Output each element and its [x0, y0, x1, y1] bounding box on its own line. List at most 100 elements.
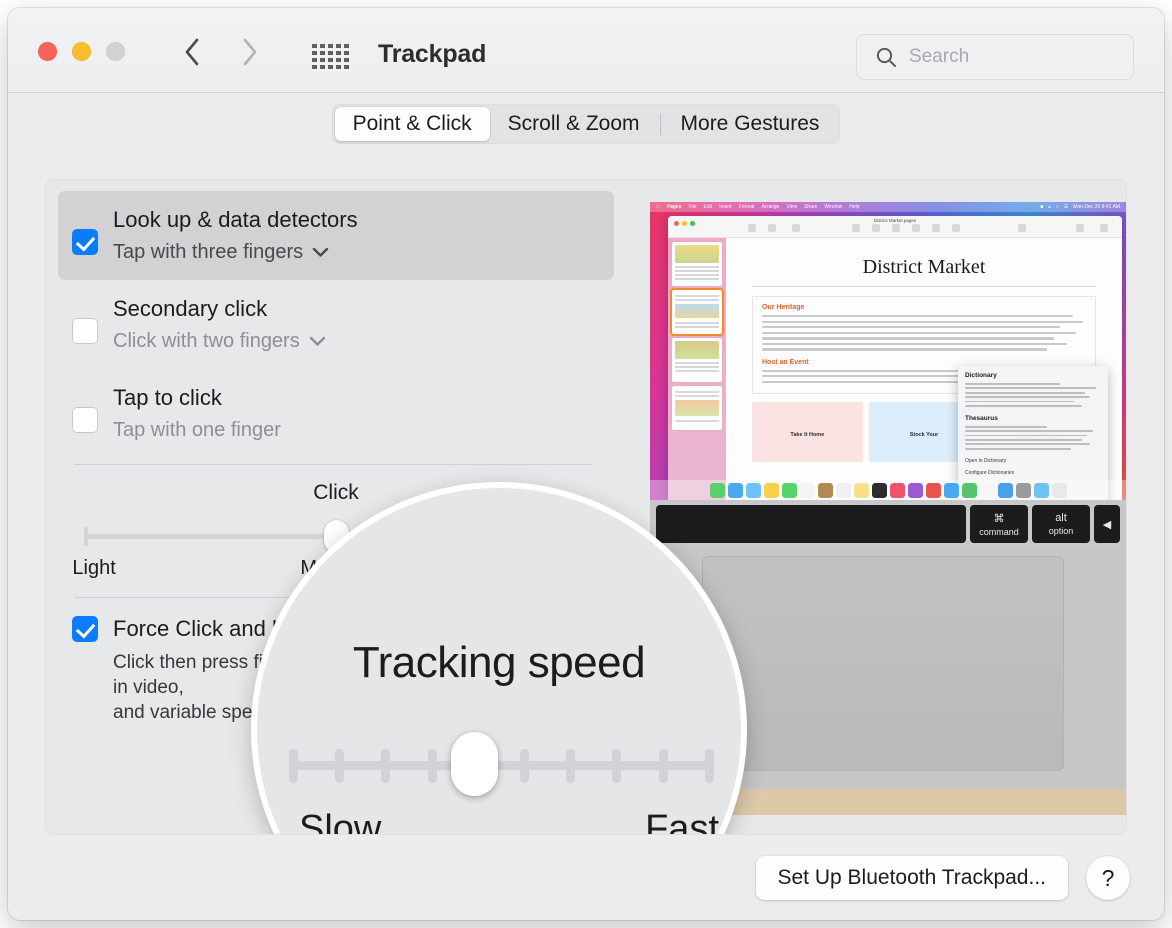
- menu-item-share: Share: [804, 204, 817, 210]
- popup-open-in-dictionary-link[interactable]: Open in Dictionary: [965, 458, 1101, 464]
- divider-top: [74, 464, 592, 465]
- menu-bar-clock: Mon Dec 20 9:41 AM: [1073, 204, 1120, 210]
- option-secondary-click[interactable]: Secondary click Click with two fingers: [58, 280, 614, 369]
- wifi-icon: ▴: [1048, 204, 1051, 210]
- option-symbol: alt: [1055, 512, 1067, 524]
- page-thumbnail-selected: [672, 290, 722, 334]
- tab-point-and-click[interactable]: Point & Click: [335, 107, 490, 141]
- help-button[interactable]: ?: [1086, 856, 1130, 900]
- tracking-speed-tick: [335, 749, 344, 783]
- menu-bar-status-area: ■ ▴ ○ ☰ Mon Dec 20 9:41 AM: [1040, 204, 1120, 210]
- document-section-heritage: Our Heritage: [762, 304, 1086, 311]
- option-look-up-data-detectors[interactable]: Look up & data detectors Tap with three …: [58, 191, 614, 280]
- tracking-speed-tick: [428, 749, 437, 783]
- arrow-key: ◀: [1094, 505, 1120, 543]
- option-subtitle: Tap with three fingers: [113, 237, 303, 267]
- dock-icon-pages: [944, 483, 959, 498]
- popup-dictionary-heading: Dictionary: [965, 372, 1101, 379]
- menu-item-insert: Insert: [719, 204, 732, 210]
- space-bar-key: [656, 505, 966, 543]
- dock-icon-tv: [872, 483, 887, 498]
- dock-icon-music: [890, 483, 905, 498]
- title-bar: Trackpad: [8, 8, 1164, 93]
- macbook-screen:  Pages File Edit Insert Format Arrange …: [650, 202, 1126, 500]
- tile-label: Take It Home: [752, 432, 863, 438]
- dock-icon-preview: [1034, 483, 1049, 498]
- maximize-button[interactable]: [106, 42, 125, 61]
- macbook-keyboard: ⌘ command alt option ◀: [650, 500, 1126, 548]
- menu-item-view: View: [786, 204, 797, 210]
- option-title: Look up & data detectors: [113, 203, 358, 237]
- menu-item-window: Window: [824, 204, 842, 210]
- show-all-grid-icon[interactable]: [312, 44, 356, 62]
- chevron-left-icon: [183, 37, 201, 67]
- page-thumbnail: [672, 338, 722, 382]
- footer-bar: Set Up Bluetooth Trackpad... ?: [8, 848, 1164, 908]
- option-key-label: option: [1049, 526, 1074, 536]
- menu-item-help: Help: [849, 204, 859, 210]
- segmented-control: Point & Click Scroll & Zoom More Gesture…: [332, 104, 841, 144]
- tracking-speed-max-label: Fast: [645, 808, 719, 834]
- checkbox-force-click[interactable]: [72, 616, 98, 642]
- pages-toolbar: District Market.pages: [668, 216, 1122, 238]
- document-tile: Take It Home: [752, 402, 863, 462]
- click-label-light: Light: [72, 557, 115, 580]
- tracking-speed-min-label: Slow: [299, 808, 381, 834]
- chevron-down-icon[interactable]: [309, 336, 326, 347]
- dock-icon-contacts: [818, 483, 833, 498]
- option-title: Secondary click: [113, 292, 326, 326]
- back-button[interactable]: [176, 35, 208, 69]
- search-field[interactable]: [856, 34, 1134, 80]
- menu-item-format: Format: [739, 204, 755, 210]
- minimize-button[interactable]: [72, 42, 91, 61]
- menu-item-file: File: [688, 204, 696, 210]
- checkbox-tap-to-click[interactable]: [72, 407, 98, 433]
- click-slider-tick: [84, 527, 88, 546]
- page-thumbnail: [672, 386, 722, 430]
- tab-separator: [660, 114, 661, 135]
- chevron-down-icon[interactable]: [312, 247, 329, 258]
- option-subtitle-menu[interactable]: Click with two fingers: [113, 326, 326, 356]
- tracking-speed-labels: Slow Fast: [269, 808, 729, 834]
- macos-dock: [650, 480, 1126, 500]
- command-key-label: command: [979, 527, 1019, 537]
- dock-icon-trash: [1052, 483, 1067, 498]
- tab-scroll-and-zoom[interactable]: Scroll & Zoom: [490, 107, 658, 141]
- option-subtitle-menu[interactable]: Tap with three fingers: [113, 237, 358, 267]
- chevron-right-icon: [241, 37, 259, 67]
- tracking-speed-tick: [612, 749, 621, 783]
- tracking-speed-tick: [381, 749, 390, 783]
- settings-panel: Look up & data detectors Tap with three …: [46, 180, 1126, 834]
- document-rule: [752, 286, 1096, 287]
- battery-icon: ■: [1040, 204, 1043, 210]
- tab-bar: Point & Click Scroll & Zoom More Gesture…: [8, 93, 1164, 155]
- option-subtitle: Click with two fingers: [113, 326, 300, 356]
- tracking-speed-tick: [659, 749, 668, 783]
- tab-more-gestures[interactable]: More Gestures: [663, 107, 838, 141]
- dock-icon-keynote: [926, 483, 941, 498]
- tracking-speed-tick: [520, 749, 529, 783]
- option-texts: Tap to click Tap with one finger: [113, 381, 281, 445]
- spotlight-icon: ○: [1056, 204, 1059, 210]
- set-up-bluetooth-trackpad-button[interactable]: Set Up Bluetooth Trackpad...: [756, 856, 1069, 900]
- search-input[interactable]: [909, 46, 1109, 68]
- tracking-speed-knob[interactable]: [451, 732, 498, 796]
- macos-menu-bar:  Pages File Edit Insert Format Arrange …: [650, 202, 1126, 212]
- menu-item-edit: Edit: [704, 204, 713, 210]
- popup-configure-dictionaries-link[interactable]: Configure Dictionaries: [965, 470, 1101, 476]
- dock-icon-settings: [1016, 483, 1031, 498]
- tracking-speed-track: [289, 761, 709, 770]
- tracking-speed-slider[interactable]: [289, 736, 709, 792]
- option-texts: Look up & data detectors Tap with three …: [113, 203, 358, 267]
- forward-button[interactable]: [234, 35, 266, 69]
- option-tap-to-click[interactable]: Tap to click Tap with one finger: [58, 369, 614, 458]
- option-key: alt option: [1032, 505, 1090, 543]
- checkbox-look-up-data-detectors[interactable]: [72, 229, 98, 255]
- dock-icon-numbers: [962, 483, 977, 498]
- checkbox-secondary-click[interactable]: [72, 318, 98, 344]
- menu-item-pages: Pages: [667, 204, 682, 210]
- document-section-event: Host an Event: [762, 359, 1086, 366]
- traffic-lights: [38, 42, 125, 61]
- close-button[interactable]: [38, 42, 57, 61]
- option-subtitle: Tap with one finger: [113, 415, 281, 445]
